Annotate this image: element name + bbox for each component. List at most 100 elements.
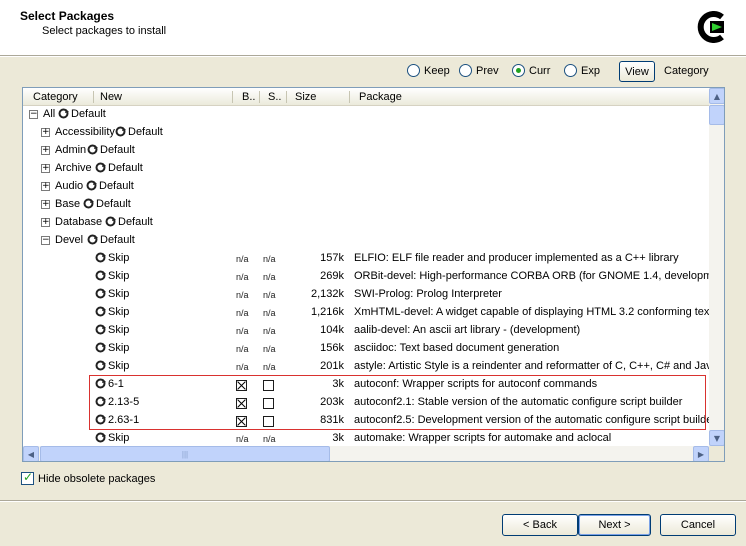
- tree-row-all[interactable]: − All Default: [23, 106, 709, 124]
- tree-row-category[interactable]: + Base Default: [23, 196, 709, 214]
- scroll-left-icon[interactable]: ◀: [23, 446, 39, 461]
- package-src: n/a: [263, 290, 276, 300]
- cycle-icon: [87, 144, 98, 155]
- package-desc: autoconf2.5: Development version of the …: [354, 414, 709, 426]
- category-state[interactable]: Default: [83, 198, 131, 210]
- hide-obsolete-label: Hide obsolete packages: [38, 472, 156, 485]
- package-row[interactable]: Skip n/a n/a 1,216k XmHTML-devel: A widg…: [23, 304, 709, 322]
- package-size: 1,216k: [310, 306, 344, 318]
- binary-checkbox[interactable]: [236, 416, 247, 427]
- package-new[interactable]: Skip: [95, 360, 129, 372]
- source-checkbox[interactable]: [263, 416, 274, 427]
- package-src: n/a: [263, 272, 276, 282]
- tree-row-category[interactable]: − Devel Default: [23, 232, 709, 250]
- col-source[interactable]: S..: [268, 91, 281, 103]
- package-row[interactable]: Skip n/a n/a 2,132k SWI-Prolog: Prolog I…: [23, 286, 709, 304]
- package-new[interactable]: Skip: [95, 270, 129, 282]
- package-new[interactable]: Skip: [95, 288, 129, 300]
- package-row[interactable]: Skip n/a n/a 201k astyle: Artistic Style…: [23, 358, 709, 376]
- col-package[interactable]: Package: [359, 91, 402, 103]
- cancel-button[interactable]: Cancel: [660, 514, 736, 536]
- radio-exp[interactable]: Exp: [564, 64, 600, 77]
- scroll-up-icon[interactable]: ▲: [709, 88, 724, 104]
- expand-icon[interactable]: +: [41, 128, 50, 137]
- category-state[interactable]: Default: [58, 108, 106, 120]
- package-row[interactable]: 2.63-1 831k autoconf2.5: Development ver…: [23, 412, 709, 430]
- binary-checkbox[interactable]: [236, 398, 247, 409]
- hide-obsolete-option[interactable]: Hide obsolete packages: [21, 470, 156, 485]
- package-new[interactable]: Skip: [95, 306, 129, 318]
- package-size: 156k: [320, 342, 344, 354]
- package-bin: n/a: [236, 326, 249, 336]
- next-button[interactable]: Next >: [578, 514, 651, 536]
- package-row[interactable]: Skip n/a n/a 269k ORBit-devel: High-perf…: [23, 268, 709, 286]
- source-checkbox[interactable]: [263, 398, 274, 409]
- scroll-right-icon[interactable]: ▶: [693, 446, 709, 461]
- package-desc: autoconf2.1: Stable version of the autom…: [354, 396, 683, 408]
- horizontal-scrollbar[interactable]: ◀ ||| ▶: [23, 446, 709, 461]
- scroll-down-icon[interactable]: ▼: [709, 430, 724, 446]
- cycle-icon: [95, 396, 106, 407]
- cycle-icon: [95, 378, 106, 389]
- category-state[interactable]: Default: [115, 126, 163, 138]
- category-state[interactable]: Default: [87, 234, 135, 246]
- collapse-icon[interactable]: −: [41, 236, 50, 245]
- vertical-scrollbar[interactable]: ▲ ▼: [709, 88, 724, 446]
- radio-prev[interactable]: Prev: [459, 64, 499, 77]
- radio-curr[interactable]: Curr: [512, 64, 550, 77]
- package-bin: n/a: [236, 344, 249, 354]
- view-button[interactable]: View: [619, 61, 655, 82]
- tree-row-category[interactable]: + Audio Default: [23, 178, 709, 196]
- radio-keep-button[interactable]: [407, 64, 420, 77]
- col-new[interactable]: New: [100, 91, 122, 103]
- collapse-icon[interactable]: −: [29, 110, 38, 119]
- package-row[interactable]: Skip n/a n/a 104k aalib-devel: An ascii …: [23, 322, 709, 340]
- package-bin: n/a: [236, 308, 249, 318]
- tree-row-category[interactable]: + Accessibility Default: [23, 124, 709, 142]
- category-label: Archive: [55, 162, 92, 174]
- package-row[interactable]: Skip n/a n/a 156k asciidoc: Text based d…: [23, 340, 709, 358]
- col-category[interactable]: Category: [33, 91, 78, 103]
- page-subtitle: Select packages to install: [42, 25, 167, 37]
- expand-icon[interactable]: +: [41, 146, 50, 155]
- package-new[interactable]: Skip: [95, 432, 129, 444]
- hide-obsolete-checkbox[interactable]: [21, 470, 34, 485]
- back-button[interactable]: < Back: [502, 514, 578, 536]
- col-binary[interactable]: B..: [242, 91, 255, 103]
- tree-row-category[interactable]: + Archive Default: [23, 160, 709, 178]
- category-state[interactable]: Default: [87, 144, 135, 156]
- radio-curr-button[interactable]: [512, 64, 525, 77]
- radio-keep[interactable]: Keep: [407, 64, 450, 77]
- package-new[interactable]: 2.63-1: [95, 414, 139, 426]
- cycle-icon: [95, 306, 106, 317]
- radio-keep-label: Keep: [424, 64, 450, 77]
- package-desc: ORBit-devel: High-performance CORBA ORB …: [354, 270, 709, 282]
- source-checkbox[interactable]: [263, 380, 274, 391]
- vertical-scroll-thumb[interactable]: [709, 105, 724, 125]
- package-new[interactable]: 2.13-5: [95, 396, 139, 408]
- package-new[interactable]: Skip: [95, 324, 129, 336]
- tree-row-category[interactable]: + Database Default: [23, 214, 709, 232]
- col-size[interactable]: Size: [295, 91, 316, 103]
- expand-icon[interactable]: +: [41, 218, 50, 227]
- category-state[interactable]: Default: [86, 180, 134, 192]
- category-state[interactable]: Default: [105, 216, 153, 228]
- expand-icon[interactable]: +: [41, 164, 50, 173]
- package-new[interactable]: Skip: [95, 252, 129, 264]
- horizontal-scroll-thumb[interactable]: |||: [40, 446, 330, 461]
- category-label: Admin: [55, 144, 87, 156]
- package-row[interactable]: 2.13-5 203k autoconf2.1: Stable version …: [23, 394, 709, 412]
- radio-exp-button[interactable]: [564, 64, 577, 77]
- package-row[interactable]: 6-1 3k autoconf: Wrapper scripts for aut…: [23, 376, 709, 394]
- package-list: Category New B.. S.. Size Package − All …: [22, 87, 725, 462]
- cycle-icon: [87, 234, 98, 245]
- radio-prev-button[interactable]: [459, 64, 472, 77]
- category-state[interactable]: Default: [95, 162, 143, 174]
- package-new[interactable]: Skip: [95, 342, 129, 354]
- package-row[interactable]: Skip n/a n/a 157k ELFIO: ELF file reader…: [23, 250, 709, 268]
- tree-row-category[interactable]: + Admin Default: [23, 142, 709, 160]
- expand-icon[interactable]: +: [41, 182, 50, 191]
- expand-icon[interactable]: +: [41, 200, 50, 209]
- package-new[interactable]: 6-1: [95, 378, 124, 390]
- binary-checkbox[interactable]: [236, 380, 247, 391]
